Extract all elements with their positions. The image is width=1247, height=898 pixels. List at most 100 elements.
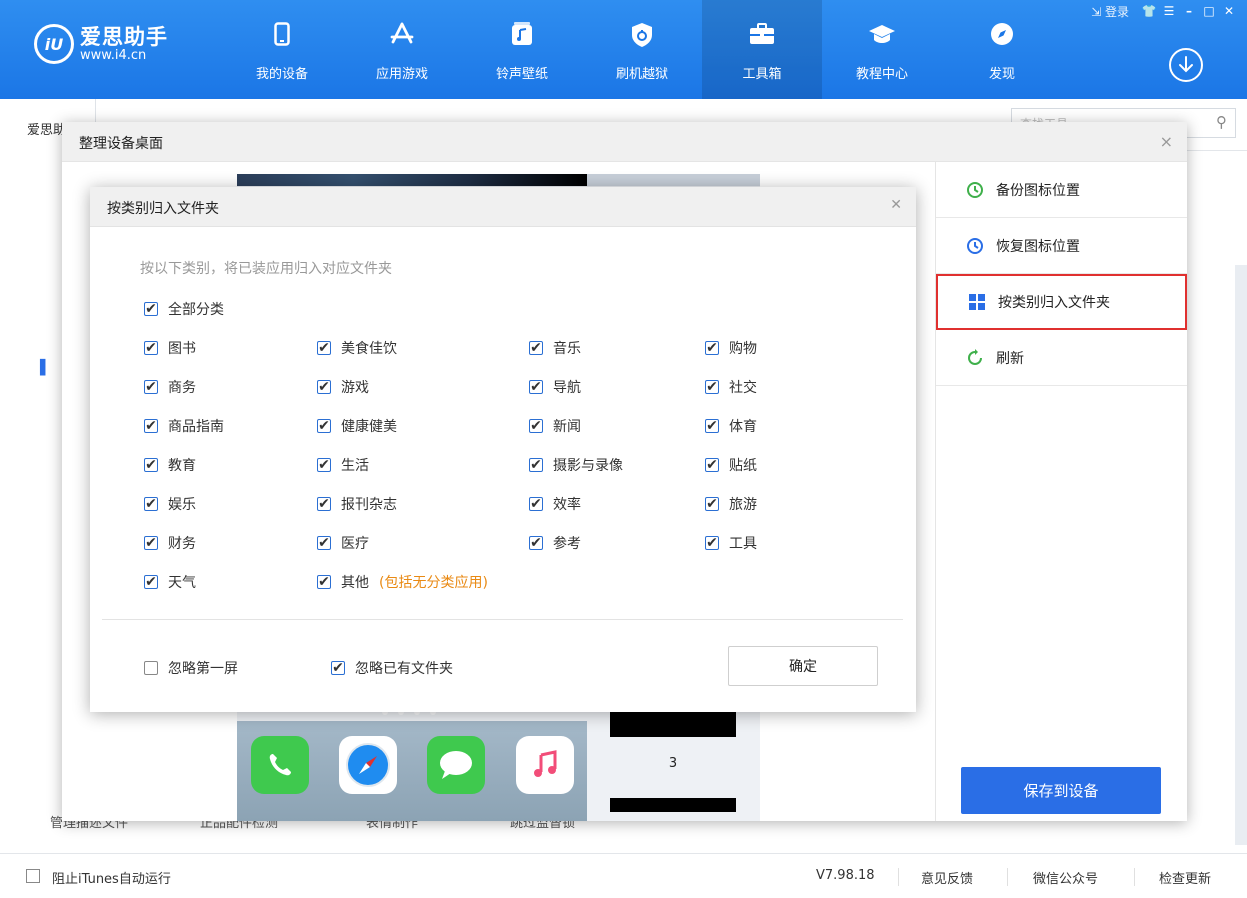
checked-box-icon: ✔ <box>705 457 719 473</box>
login-link[interactable]: ⇲ 登录 <box>1091 3 1129 20</box>
dialog-title: 按类别归入文件夹 <box>107 201 219 217</box>
checked-box-icon: ✔ <box>144 574 158 590</box>
category-checkbox[interactable]: ✔ 商务 <box>144 377 196 397</box>
music-icon <box>462 22 582 48</box>
category-checkbox[interactable]: ✔ 教育 <box>144 455 196 475</box>
category-checkbox[interactable]: ✔ 图书 <box>144 338 196 358</box>
category-checkbox[interactable]: ✔ 新闻 <box>529 416 581 436</box>
nav-ringtones-wallpapers[interactable]: 铃声壁纸 <box>462 0 582 99</box>
shield-icon <box>582 22 702 48</box>
checked-box-icon: ✔ <box>144 457 158 473</box>
scrollbar[interactable] <box>1235 265 1247 845</box>
category-checkbox[interactable]: ✔ 社交 <box>705 377 757 397</box>
close-icon[interactable]: × <box>1160 132 1173 151</box>
category-checkbox[interactable]: ✔ 音乐 <box>529 338 581 358</box>
status-bar: 阻止iTunes自动运行 V7.98.18 意见反馈 微信公众号 检查更新 <box>0 853 1247 898</box>
category-checkbox[interactable]: ✔ 体育 <box>705 416 757 436</box>
category-checkbox[interactable]: ✔ 财务 <box>144 533 196 553</box>
itunes-autorun-checkbox[interactable] <box>26 869 40 883</box>
nav-apps-games[interactable]: 应用游戏 <box>342 0 462 99</box>
action-panel: 备份图标位置 恢复图标位置 按类别归入文件夹 刷新 保存到设备 <box>935 162 1187 821</box>
page-number: 3 <box>668 756 678 771</box>
brand-url: www.i4.cn <box>80 47 147 63</box>
checked-box-icon: ✔ <box>529 457 543 473</box>
checked-box-icon: ✔ <box>705 418 719 434</box>
compass-icon <box>942 22 1062 48</box>
checked-box-icon: ✔ <box>529 496 543 512</box>
checked-box-icon: ✔ <box>529 535 543 551</box>
checked-box-icon: ✔ <box>144 301 158 317</box>
category-checkbox[interactable]: ✔ 旅游 <box>705 494 757 514</box>
divider <box>102 619 903 620</box>
category-checkbox[interactable]: ✔ 购物 <box>705 338 757 358</box>
nav-discover[interactable]: 发现 <box>942 0 1062 99</box>
checked-box-icon: ✔ <box>144 535 158 551</box>
close-icon[interactable]: ✕ <box>890 197 902 213</box>
category-checkbox[interactable]: ✔ 生活 <box>317 455 369 475</box>
all-categories-checkbox[interactable]: ✔ 全部分类 <box>144 299 224 319</box>
wechat-link[interactable]: 微信公众号 <box>1033 868 1098 887</box>
category-checkbox[interactable]: ✔ 游戏 <box>317 377 369 397</box>
messages-app-icon[interactable] <box>427 736 485 794</box>
logo-mark-icon: iU <box>34 24 74 64</box>
nav-tutorials[interactable]: 教程中心 <box>822 0 942 99</box>
save-to-device-button[interactable]: 保存到设备 <box>961 767 1161 814</box>
category-checkbox[interactable]: ✔ 效率 <box>529 494 581 514</box>
maximize-button[interactable]: □ <box>1199 2 1219 20</box>
checked-box-icon: ✔ <box>317 574 331 590</box>
shirt-icon[interactable]: 👕 <box>1139 2 1159 20</box>
category-checkbox[interactable]: ✔ 参考 <box>529 533 581 553</box>
category-checkbox[interactable]: ✔ 健康健美 <box>317 416 397 436</box>
category-checkbox[interactable]: ✔ 导航 <box>529 377 581 397</box>
safari-app-icon[interactable] <box>339 736 397 794</box>
category-checkbox[interactable]: ✔ 其他 (包括无分类应用) <box>317 572 488 592</box>
search-icon[interactable]: ⚲ <box>1216 113 1227 131</box>
checked-box-icon: ✔ <box>317 340 331 356</box>
category-checkbox[interactable]: ✔ 工具 <box>705 533 757 553</box>
category-checkbox[interactable]: ✔ 天气 <box>144 572 196 592</box>
categorize-into-folders-button[interactable]: 按类别归入文件夹 <box>936 274 1187 330</box>
window-controls: ⇲ 登录 👕 ☰ – □ ✕ <box>1091 2 1239 20</box>
nav-flash-jailbreak[interactable]: 刷机越狱 <box>582 0 702 99</box>
dialog-title: 整理设备桌面 <box>79 136 163 152</box>
category-checkbox[interactable]: ✔ 医疗 <box>317 533 369 553</box>
checked-box-icon: ✔ <box>144 496 158 512</box>
grid-icon <box>968 293 986 311</box>
nav-my-device[interactable]: 我的设备 <box>222 0 342 99</box>
music-app-icon[interactable] <box>516 736 574 794</box>
category-checkbox[interactable]: ✔ 商品指南 <box>144 416 224 436</box>
minimize-button[interactable]: – <box>1179 2 1199 20</box>
category-checkbox[interactable]: ✔ 报刊杂志 <box>317 494 397 514</box>
category-checkbox[interactable]: ✔ 美食佳饮 <box>317 338 397 358</box>
restore-icon-positions-button[interactable]: 恢复图标位置 <box>936 218 1187 274</box>
check-update-link[interactable]: 检查更新 <box>1159 868 1211 887</box>
backup-icon-positions-button[interactable]: 备份图标位置 <box>936 162 1187 218</box>
ignore-existing-folders-checkbox[interactable]: ✔ 忽略已有文件夹 <box>331 658 453 678</box>
download-icon[interactable] <box>1169 48 1203 82</box>
checked-box-icon: ✔ <box>317 496 331 512</box>
refresh-button[interactable]: 刷新 <box>936 330 1187 386</box>
dialog-header: 整理设备桌面 × <box>62 122 1187 162</box>
title-bar: iU 爱思助手 www.i4.cn 我的设备 应用游戏 铃声壁纸 刷机越狱 工具… <box>0 0 1247 99</box>
category-checkbox[interactable]: ✔ 贴纸 <box>705 455 757 475</box>
checked-box-icon: ✔ <box>705 496 719 512</box>
close-window-button[interactable]: ✕ <box>1219 2 1239 20</box>
backup-icon <box>966 181 984 199</box>
toolbox-icon <box>702 22 822 48</box>
checked-box-icon: ✔ <box>529 340 543 356</box>
feedback-link[interactable]: 意见反馈 <box>921 868 973 887</box>
checked-box-icon: ✔ <box>705 379 719 395</box>
nav-toolbox[interactable]: 工具箱 <box>702 0 822 99</box>
phone-app-icon[interactable] <box>251 736 309 794</box>
phone-icon <box>222 22 342 48</box>
ignore-first-screen-checkbox[interactable]: 忽略第一屏 <box>144 658 238 678</box>
confirm-button[interactable]: 确定 <box>728 646 878 686</box>
checked-box-icon: ✔ <box>317 379 331 395</box>
itunes-autorun-label[interactable]: 阻止iTunes自动运行 <box>52 868 171 887</box>
menu-icon[interactable]: ☰ <box>1159 2 1179 20</box>
category-checkbox[interactable]: ✔ 摄影与录像 <box>529 455 623 475</box>
checked-box-icon: ✔ <box>317 418 331 434</box>
category-checkbox[interactable]: ✔ 娱乐 <box>144 494 196 514</box>
checked-box-icon: ✔ <box>144 379 158 395</box>
app-store-icon <box>342 22 462 48</box>
